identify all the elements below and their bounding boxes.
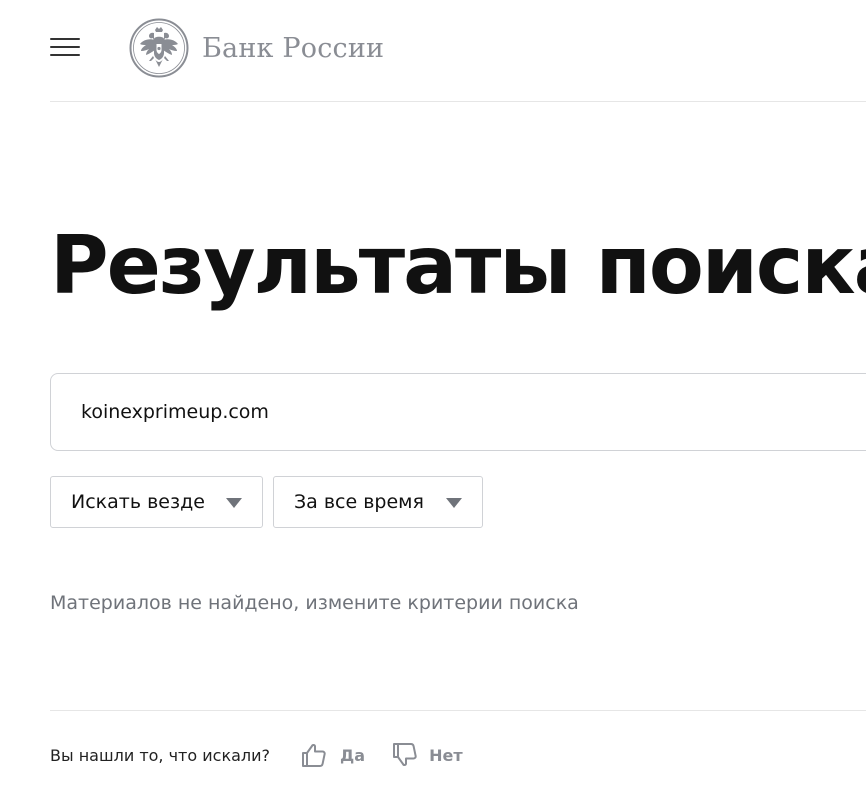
menu-line <box>50 46 80 48</box>
feedback-bar: Вы нашли то, что искали? Да Нет <box>50 738 463 772</box>
search-input[interactable] <box>81 374 841 450</box>
feedback-question: Вы нашли то, что искали? <box>50 745 271 765</box>
bank-logo[interactable]: Банк России <box>129 17 384 79</box>
double-headed-eagle-emblem-icon <box>129 18 189 78</box>
time-period-label: За все время <box>294 491 424 513</box>
feedback-divider <box>50 710 866 711</box>
feedback-no-label: Нет <box>429 745 463 765</box>
logo-text: Банк России <box>202 32 385 64</box>
thumbs-down-icon <box>393 743 417 767</box>
site-header: Банк России <box>0 0 866 102</box>
header-divider <box>50 101 866 102</box>
no-results-message: Материалов не найдено, измените критерии… <box>50 592 579 614</box>
menu-line <box>50 54 80 56</box>
search-scope-dropdown[interactable]: Искать везде <box>50 476 263 528</box>
menu-line <box>50 38 80 40</box>
thumbs-up-icon <box>302 743 326 767</box>
time-period-dropdown[interactable]: За все время <box>273 476 483 528</box>
caret-down-icon <box>226 498 242 508</box>
search-scope-label: Искать везде <box>71 491 205 513</box>
search-box <box>50 373 866 451</box>
feedback-yes-button[interactable]: Да <box>300 741 365 769</box>
feedback-yes-label: Да <box>340 745 366 765</box>
page-title: Результаты поиска <box>50 219 866 312</box>
hamburger-menu-icon[interactable] <box>48 36 82 60</box>
feedback-no-button[interactable]: Нет <box>391 741 463 769</box>
caret-down-icon <box>446 498 462 508</box>
